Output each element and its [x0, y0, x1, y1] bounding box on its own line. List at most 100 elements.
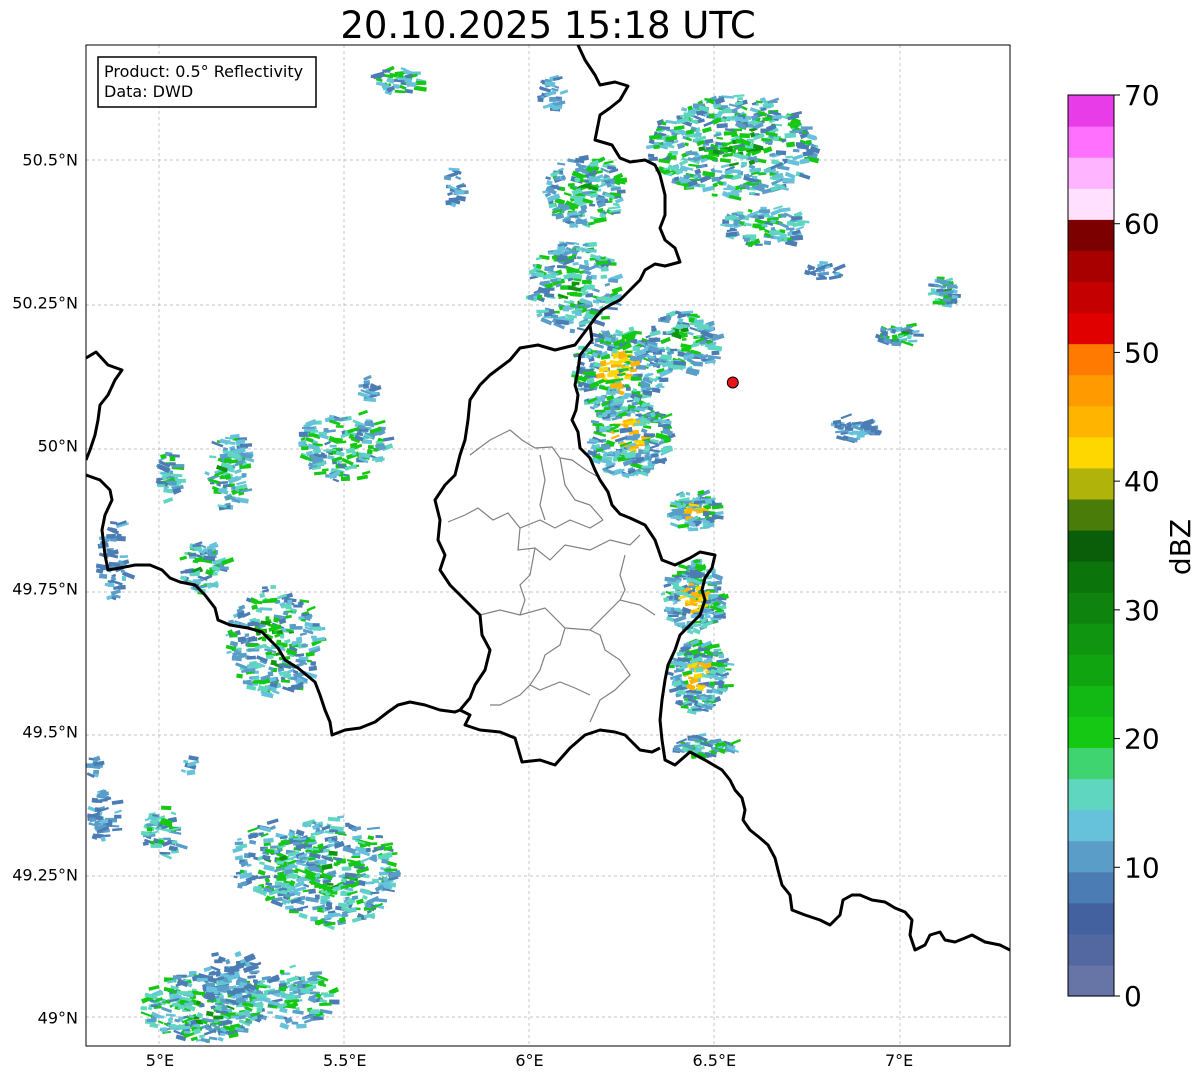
echo-cell — [279, 969, 285, 975]
echo-cell — [577, 256, 582, 260]
lon-tick-label: 5°E — [146, 1051, 174, 1070]
echo-cell — [881, 331, 888, 336]
colorbar-segment — [1068, 188, 1114, 220]
echo-cell — [213, 1015, 224, 1020]
echo-cell — [179, 991, 192, 996]
echo-cell — [569, 328, 576, 334]
colorbar-tick-label: 50 — [1124, 336, 1160, 369]
echo-cell — [648, 337, 661, 342]
colorbar-segment — [1068, 561, 1114, 593]
echo-cell — [674, 622, 686, 626]
colorbar-segment — [1068, 871, 1114, 904]
echo-cell — [681, 347, 691, 353]
echo-cell — [758, 209, 771, 214]
lon-tick-label: 6.5°E — [693, 1051, 737, 1070]
echo-cell — [168, 1017, 173, 1020]
echo-cell — [159, 1027, 168, 1032]
echo-cell — [276, 860, 284, 865]
echo-cell — [288, 687, 301, 690]
echo-cell — [94, 807, 101, 813]
colorbar-ticks: 0 10 20 30 40 50 60 70 — [1114, 79, 1160, 1013]
echo-cell — [711, 661, 724, 668]
colorbar-segment — [1068, 126, 1114, 158]
colorbar-segment — [1068, 716, 1114, 749]
lon-tick-label: 5.5°E — [323, 1051, 367, 1070]
echo-cell — [213, 991, 219, 995]
echo-cell — [244, 633, 250, 637]
colorbar-segment — [1068, 747, 1114, 780]
lon-tick-labels: 5°E 5.5°E 6°E 6.5°E 7°E — [146, 1051, 913, 1070]
echo-cell — [562, 306, 570, 312]
info-data-source: Data: DWD — [104, 82, 193, 101]
echo-cell — [117, 536, 123, 541]
echo-cell — [733, 222, 738, 226]
echo-cell — [289, 986, 298, 992]
echo-cell — [121, 576, 127, 582]
echo-cell — [641, 465, 654, 469]
echo-cell — [688, 527, 699, 532]
echo-cell — [583, 259, 589, 264]
colorbar-segment — [1068, 685, 1114, 717]
echo-cell — [91, 797, 99, 804]
colorbar-segment — [1068, 592, 1114, 624]
echo-cell — [146, 1018, 157, 1023]
echo-cell — [679, 493, 686, 498]
echo-cell — [791, 216, 803, 221]
echo-cell — [140, 1006, 148, 1011]
echo-cell — [265, 654, 274, 659]
echo-cell — [261, 586, 268, 590]
echo-cell — [706, 689, 713, 694]
lon-tick-label: 7°E — [885, 1051, 913, 1070]
echo-cell — [384, 868, 398, 872]
echo-cell — [207, 549, 213, 555]
colorbar-segment — [1068, 840, 1114, 873]
echo-cell — [373, 447, 378, 452]
echo-cell — [942, 298, 951, 302]
echo-cell — [309, 1009, 320, 1015]
echo-cell — [624, 376, 631, 380]
echo-cell — [327, 913, 339, 917]
echo-cell — [607, 454, 616, 457]
echo-cell — [93, 769, 100, 774]
echo-cell — [736, 211, 744, 215]
echo-cell — [159, 851, 171, 855]
colorbar-segment — [1068, 436, 1114, 469]
echo-cell — [763, 101, 768, 106]
echo-cell — [341, 866, 352, 871]
lat-tick-label: 49.75°N — [12, 579, 78, 598]
echo-cell — [786, 141, 796, 148]
colorbar-segment — [1068, 219, 1114, 251]
colorbar-segment — [1068, 654, 1114, 686]
info-product: Product: 0.5° Reflectivity — [104, 62, 303, 81]
echo-cell — [269, 885, 281, 888]
echo-cell — [219, 566, 229, 570]
colorbar-segment — [1068, 281, 1114, 314]
echo-cell — [256, 1007, 263, 1013]
echo-cell — [625, 338, 631, 343]
echo-cell — [739, 133, 750, 139]
echo-cell — [160, 805, 172, 811]
echo-cell — [717, 586, 722, 591]
echo-cell — [285, 905, 294, 910]
radar-figure: 20.10.2025 15:18 UTC Product: 0.5° Refle… — [12, 4, 1197, 1070]
echo-cell — [612, 456, 618, 462]
echo-cell — [645, 413, 651, 417]
echo-cell — [708, 113, 715, 119]
colorbar-segment — [1068, 933, 1114, 966]
echo-cell — [609, 382, 617, 389]
echo-cell — [772, 114, 783, 119]
echo-cell — [775, 150, 787, 156]
echo-cell — [305, 849, 312, 853]
echo-cell — [574, 310, 583, 317]
colorbar-segment — [1068, 374, 1114, 407]
echo-cell — [625, 387, 631, 391]
echo-cell — [694, 744, 702, 748]
echo-cell — [365, 842, 378, 846]
echo-cell — [690, 322, 703, 326]
colorbar-tick-label: 20 — [1124, 723, 1160, 756]
echo-cell — [616, 189, 626, 194]
colorbar-segment — [1068, 343, 1114, 376]
echo-cell — [214, 959, 223, 964]
info-box: Product: 0.5° Reflectivity Data: DWD — [97, 56, 317, 108]
echo-cell — [190, 1020, 197, 1025]
